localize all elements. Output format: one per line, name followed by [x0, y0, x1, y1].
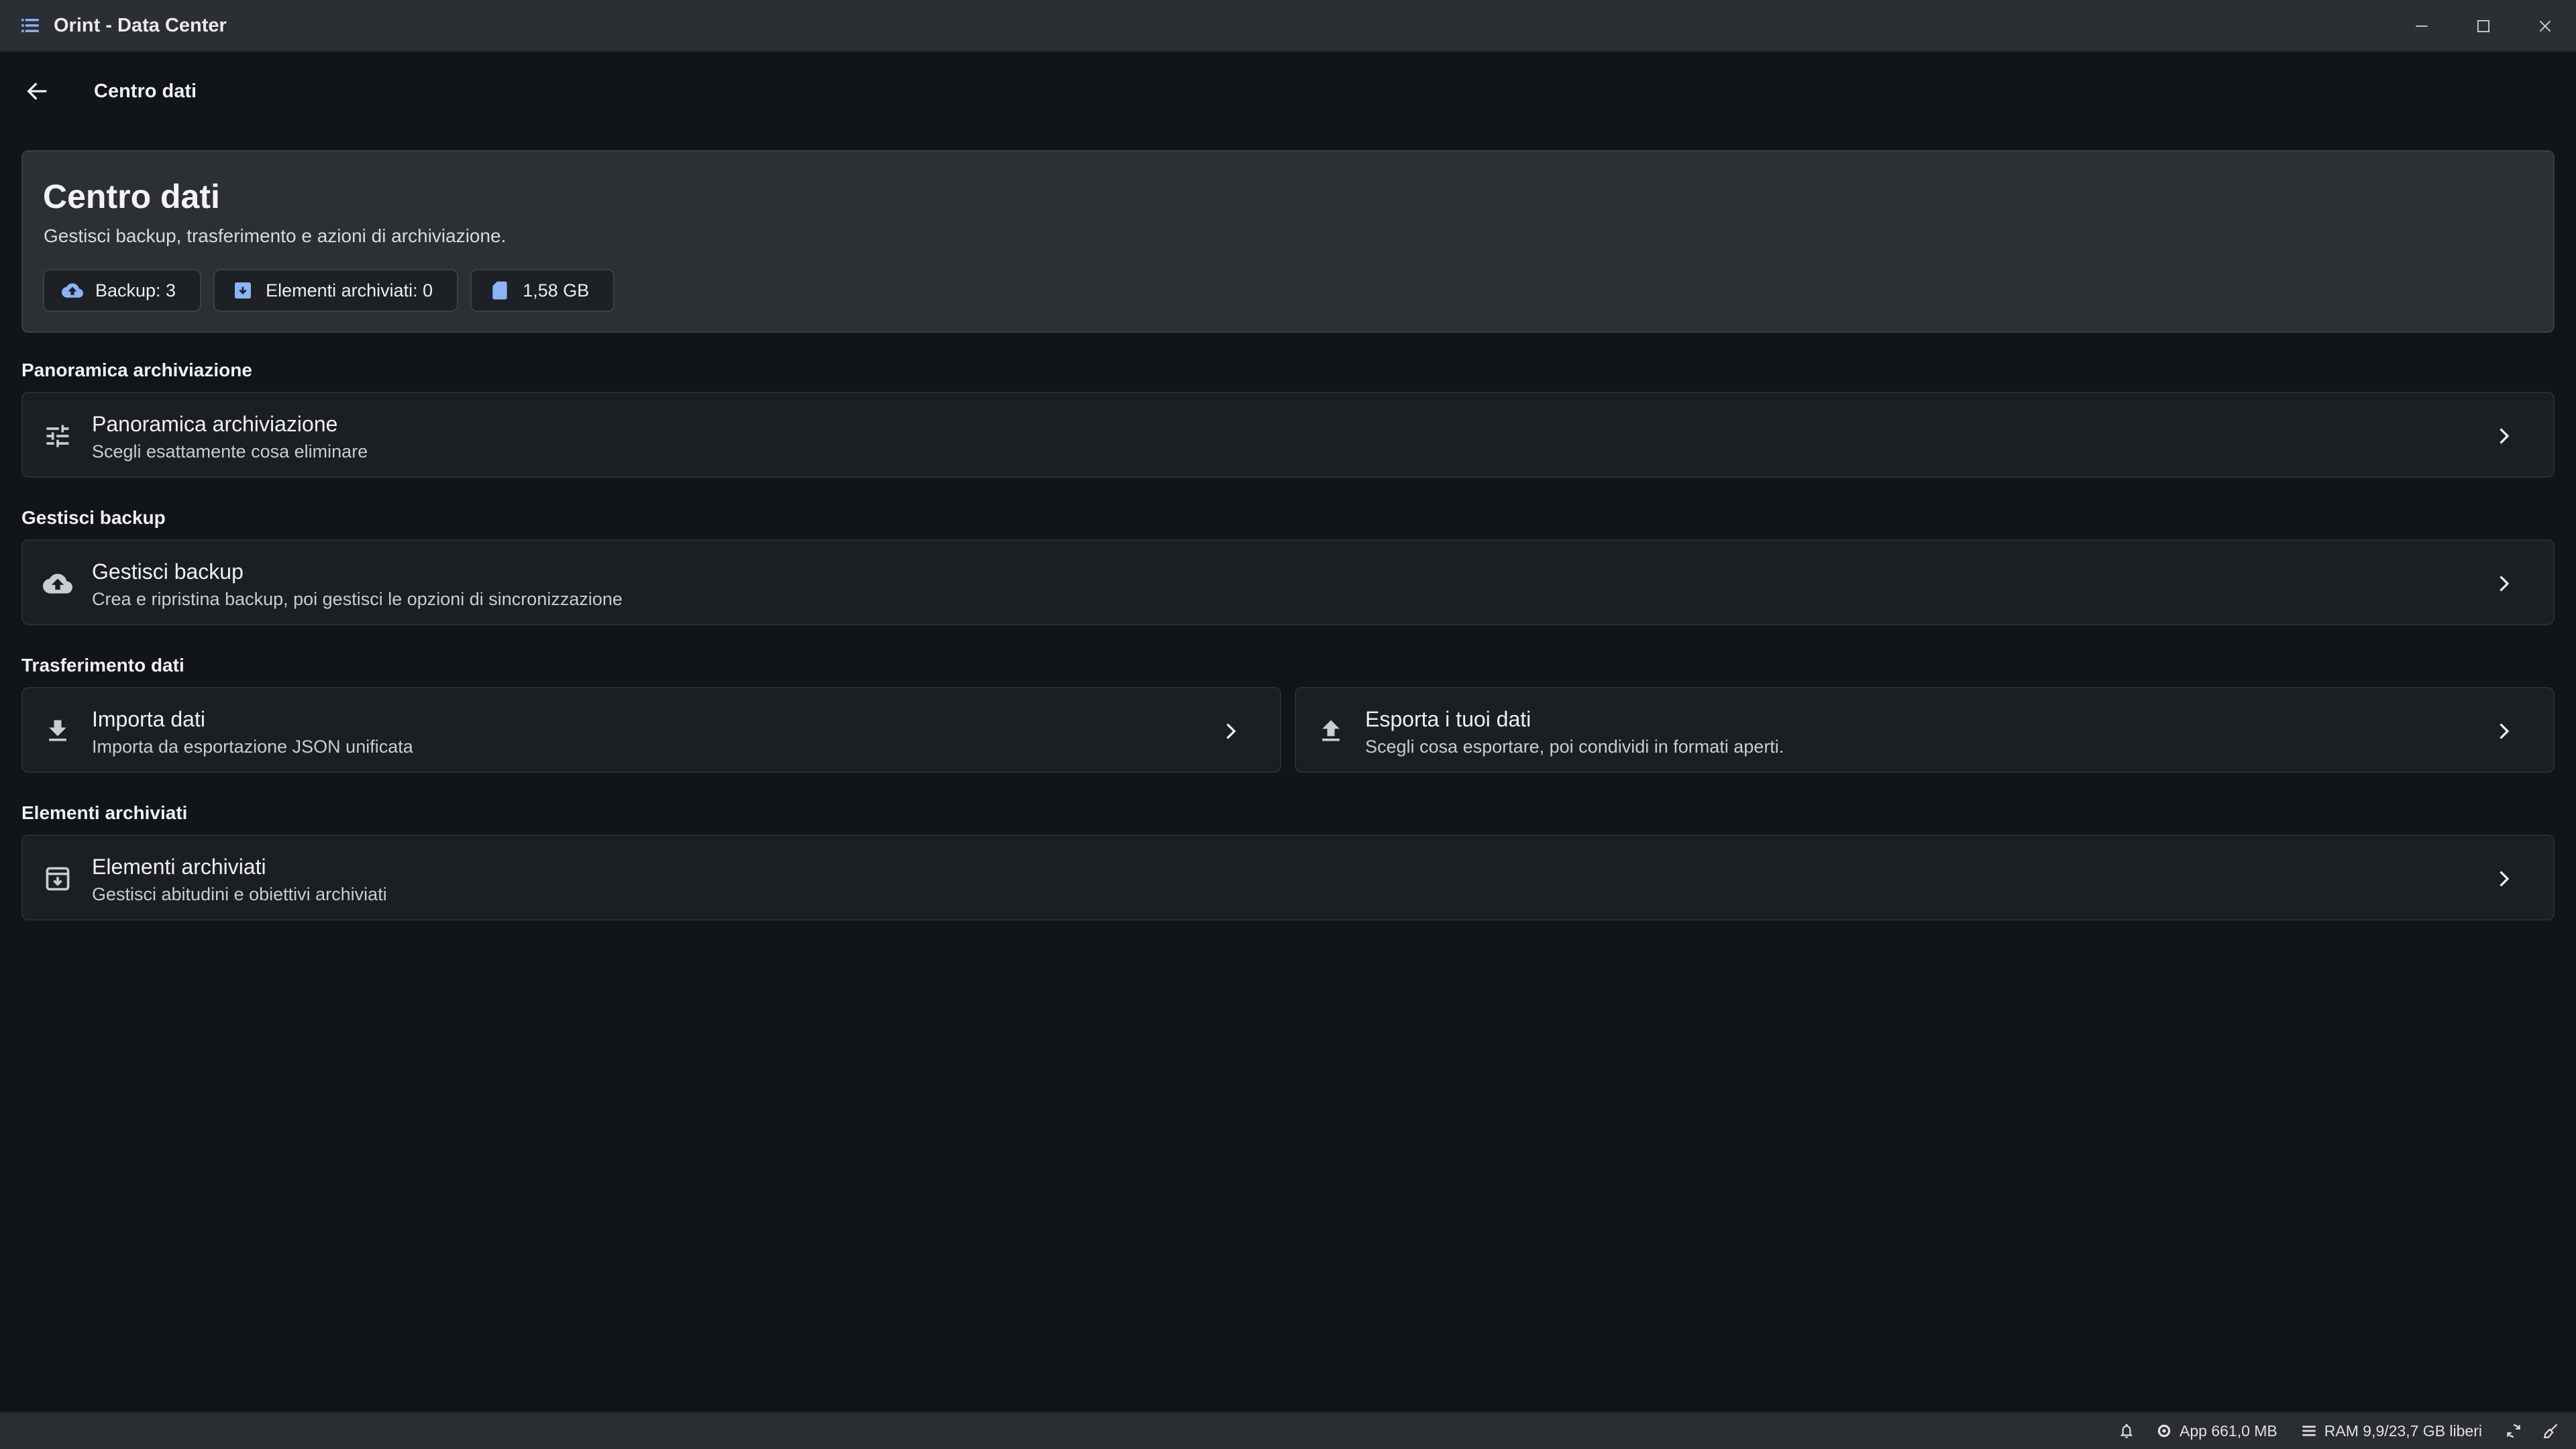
export-data-card[interactable]: Esporta i tuoi dati Scegli cosa esportar… [1295, 687, 2555, 773]
backup-count-chip: Backup: 3 [43, 269, 202, 312]
recycle-icon [2507, 1424, 2520, 1438]
card-title: Gestisci backup [92, 559, 244, 584]
card-subtitle: Importa da esportazione JSON unificata [92, 737, 413, 757]
data-center-summary-card: Centro dati Gestisci backup, trasferimen… [21, 150, 2555, 333]
recycle-button[interactable] [2505, 1422, 2522, 1440]
sd-card-icon [492, 281, 507, 300]
close-button[interactable] [2514, 0, 2576, 52]
tune-icon [46, 425, 69, 447]
cleanup-button[interactable] [2542, 1422, 2560, 1440]
ram-indicator: RAM 9,9/23,7 GB liberi [2300, 1422, 2482, 1440]
chevron-right-icon [1226, 723, 1236, 739]
storage-size-chip: 1,58 GB [470, 269, 615, 312]
chevron-right-icon [2500, 723, 2510, 739]
card-subtitle: Crea e ripristina backup, poi gestisci l… [92, 589, 623, 609]
arrow-back-icon [27, 83, 47, 100]
menu-list-icon [19, 14, 42, 37]
chevron-right-icon [2500, 428, 2510, 444]
section-label-archived: Elementi archiviati [21, 802, 188, 823]
archived-count-chip: Elementi archiviati: 0 [213, 269, 459, 312]
maximize-button[interactable] [2453, 0, 2514, 52]
close-icon [2539, 20, 2551, 32]
card-title: Elementi archiviati [92, 855, 266, 879]
section-label-backup: Gestisci backup [21, 507, 166, 528]
minimize-button[interactable] [2391, 0, 2453, 52]
cloud-upload-icon [62, 283, 83, 298]
card-title: Importa dati [92, 707, 205, 731]
card-title: Panoramica archiviazione [92, 412, 338, 436]
chevron-right-icon [2500, 576, 2510, 592]
download-icon [49, 720, 66, 741]
app-memory-indicator: App 661,0 MB [2155, 1422, 2277, 1440]
card-subtitle: Scegli esattamente cosa eliminare [92, 441, 368, 462]
section-label-storage: Panoramica archiviazione [21, 360, 252, 380]
ram-text: RAM 9,9/23,7 GB liberi [2324, 1421, 2482, 1440]
archived-items-card[interactable]: Elementi archiviati Gestisci abitudini e… [21, 835, 2555, 920]
chip-label: Backup: 3 [95, 280, 176, 301]
manage-backup-card[interactable]: Gestisci backup Crea e ripristina backup… [21, 539, 2555, 625]
summary-subtitle: Gestisci backup, trasferimento e azioni … [44, 225, 506, 246]
chip-label: 1,58 GB [523, 280, 590, 301]
bell-icon [2121, 1424, 2133, 1438]
gear-icon [2157, 1424, 2171, 1438]
app-memory-text: App 661,0 MB [2180, 1421, 2277, 1440]
chip-label: Elementi archiviati: 0 [266, 280, 433, 301]
page-title: Centro dati [94, 80, 197, 102]
title-bar: Orint - Data Center [0, 0, 2576, 52]
chevron-right-icon [2500, 871, 2510, 887]
archive-box-icon [46, 867, 70, 891]
card-subtitle: Gestisci abitudini e obiettivi archiviat… [92, 884, 387, 904]
status-bar: App 661,0 MB RAM 9,9/23,7 GB liberi [0, 1411, 2576, 1449]
upload-icon [1322, 720, 1340, 741]
import-data-card[interactable]: Importa dati Importa da esportazione JSO… [21, 687, 1281, 773]
maximize-icon [2477, 20, 2489, 32]
top-app-bar: Centro dati [0, 54, 2576, 129]
card-title: Esporta i tuoi dati [1365, 707, 1532, 731]
notifications-button[interactable] [2118, 1422, 2135, 1440]
archive-icon [235, 282, 252, 299]
card-subtitle: Scegli cosa esportare, poi condividi in … [1365, 737, 1784, 757]
back-button[interactable] [23, 76, 52, 106]
broom-icon [2543, 1424, 2558, 1438]
summary-title: Centro dati [43, 178, 220, 215]
cloud-upload-icon [43, 574, 72, 594]
minimize-icon [2416, 25, 2428, 27]
section-label-transfer: Trasferimento dati [21, 655, 184, 676]
window-title: Orint - Data Center [54, 14, 227, 36]
memory-list-icon [2302, 1426, 2316, 1436]
storage-overview-card[interactable]: Panoramica archiviazione Scegli esattame… [21, 392, 2555, 478]
